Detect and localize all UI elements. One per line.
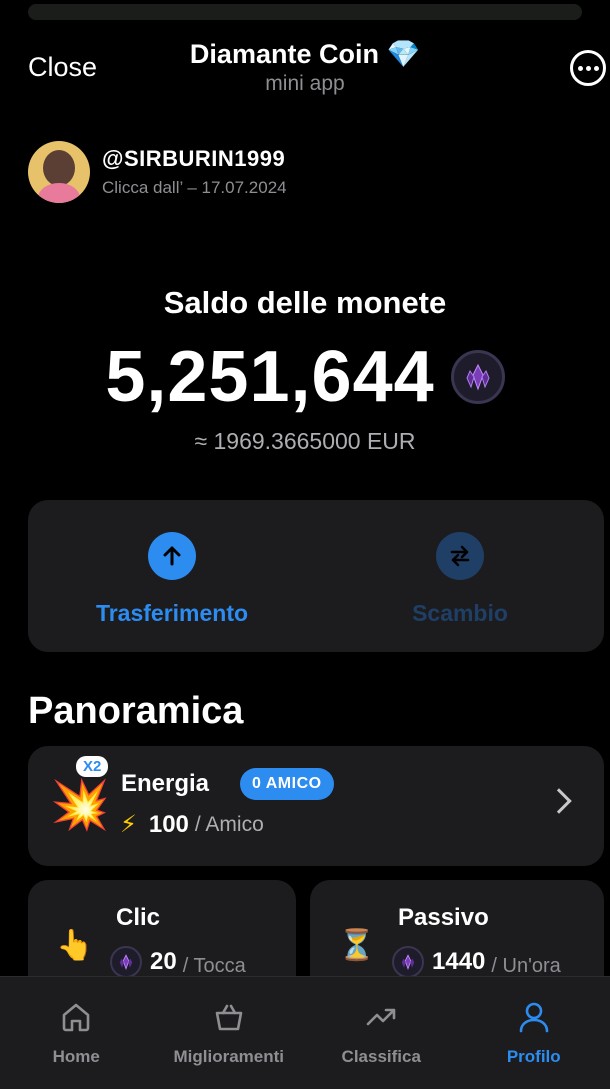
home-icon bbox=[56, 997, 96, 1037]
click-unit: / Tocca bbox=[182, 955, 246, 977]
profile-text: @SIRBURIN1999 Clicca dall’ – 17.07.2024 bbox=[102, 146, 287, 198]
actions-card: Trasferimento Scambio bbox=[28, 500, 604, 652]
x2-badge: X2 bbox=[76, 756, 109, 777]
swap-button[interactable]: Scambio bbox=[316, 500, 604, 652]
tab-home-label: Home bbox=[52, 1047, 100, 1066]
passive-unit: / Un'ora bbox=[491, 955, 561, 977]
tab-profile[interactable]: Profilo bbox=[458, 977, 610, 1089]
user-icon bbox=[514, 997, 554, 1037]
tab-leaderboard-label: Classifica bbox=[341, 1047, 421, 1066]
crystal-coin-icon bbox=[392, 946, 424, 978]
click-title: Clic bbox=[116, 904, 161, 931]
swap-label: Scambio bbox=[412, 600, 508, 626]
trending-up-icon bbox=[361, 997, 401, 1037]
tab-bar: Home Miglioramenti Classifica Profilo bbox=[0, 976, 610, 1089]
energy-value: 100 bbox=[148, 810, 189, 838]
app-title: Diamante Coin 💎 bbox=[189, 39, 421, 69]
balance-label: Saldo delle monete bbox=[163, 285, 447, 320]
balance-eur: ≈ 1969.3665000 EUR bbox=[194, 428, 416, 454]
tab-home[interactable]: Home bbox=[0, 977, 153, 1089]
passive-value: 1440 bbox=[432, 948, 486, 975]
click-line: 20 / Tocca bbox=[110, 946, 246, 978]
energy-title: Energia bbox=[121, 770, 210, 797]
profile-row: @SIRBURIN1999 Clicca dall’ – 17.07.2024 bbox=[28, 140, 610, 204]
tab-upgrades-label: Miglioramenti bbox=[173, 1047, 284, 1066]
avatar bbox=[28, 141, 90, 203]
bolt-icon: ⚡ bbox=[120, 811, 137, 838]
hourglass-icon: ⏳ bbox=[338, 929, 376, 962]
transfer-button[interactable]: Trasferimento bbox=[28, 500, 316, 652]
title-block: Diamante Coin 💎 mini app bbox=[0, 38, 610, 96]
username: @SIRBURIN1999 bbox=[102, 146, 286, 171]
passive-title: Passivo bbox=[398, 904, 489, 931]
friend-badge: 0 AMICO bbox=[240, 768, 334, 800]
click-value: 20 bbox=[150, 948, 177, 975]
more-horizontal-icon bbox=[577, 65, 583, 71]
shopping-bag-icon bbox=[209, 997, 249, 1037]
pointing-hand-icon: 👆 bbox=[56, 929, 94, 962]
energy-unit: / Amico bbox=[194, 812, 264, 836]
passive-line: 1440 / Un'ora bbox=[392, 946, 561, 978]
crystal-coin-icon bbox=[450, 350, 505, 404]
balance-value: 5,251,644 bbox=[105, 337, 435, 417]
burst-icon: 💥 bbox=[50, 779, 110, 832]
app-subtitle: mini app bbox=[265, 72, 345, 95]
tab-upgrades[interactable]: Miglioramenti bbox=[153, 977, 306, 1089]
chevron-right-icon bbox=[546, 788, 572, 814]
tab-profile-label: Profilo bbox=[506, 1047, 561, 1066]
header: Close Diamante Coin 💎 mini app bbox=[0, 0, 610, 110]
balance-row: 5,251,644 bbox=[0, 336, 610, 418]
overview-title: Panoramica bbox=[28, 690, 244, 732]
tab-leaderboard[interactable]: Classifica bbox=[305, 977, 458, 1089]
arrow-up-icon bbox=[148, 532, 196, 580]
joined-date: Clicca dall’ – 17.07.2024 bbox=[102, 178, 287, 197]
swap-arrows-icon bbox=[436, 532, 484, 580]
energy-line: ⚡ 100 / Amico bbox=[120, 810, 264, 839]
more-options-button[interactable] bbox=[570, 50, 606, 86]
energy-card[interactable]: 💥 X2 Energia 0 AMICO ⚡ 100 / Amico bbox=[28, 746, 604, 866]
transfer-label: Trasferimento bbox=[95, 600, 249, 626]
crystal-coin-icon bbox=[110, 946, 142, 978]
